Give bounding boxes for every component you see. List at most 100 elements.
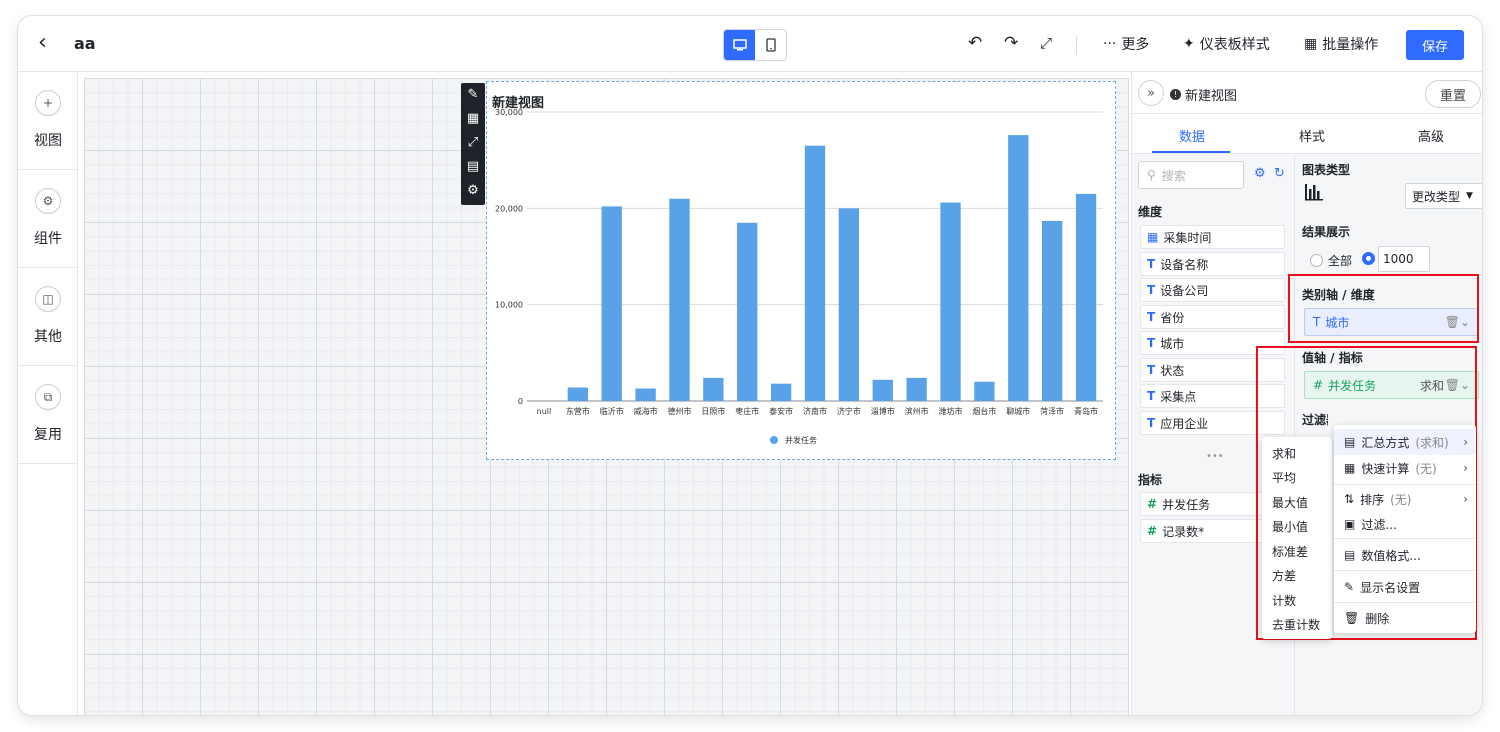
save-button[interactable]: 保存 [1406, 30, 1464, 60]
x-tick-label: 聊城市 [1006, 406, 1030, 416]
redo-icon[interactable]: ↷ [1004, 34, 1018, 52]
batch-ops-button[interactable]: ▦ 批量操作 [1304, 34, 1378, 54]
rail-item-other[interactable]: ◫ 其他 [18, 268, 78, 366]
trash-icon: 🗑 [1344, 611, 1360, 625]
bar [1008, 135, 1029, 401]
agg-option[interactable]: 标准差 [1272, 543, 1308, 560]
mobile-view-button[interactable] [755, 30, 786, 60]
settings-icon[interactable]: ⚙ [1254, 166, 1266, 181]
text-type-icon: T [1147, 257, 1156, 271]
more-button[interactable]: ··· 更多 [1103, 34, 1149, 54]
dashboard-style-button[interactable]: ✦ 仪表板样式 [1183, 34, 1270, 54]
sort-icon: ⇅ [1344, 492, 1355, 506]
app-window: ‹ aa ↶ ↷ ⤢ ··· 更多 ✦ 仪表板样式 ▦ 批量操作 保存 + 视图 ⚙ … [18, 16, 1482, 715]
bar [770, 383, 792, 401]
grid-icon: ▦ [1344, 461, 1356, 475]
edit-icon[interactable]: ✎ [461, 83, 485, 107]
agg-option[interactable]: 最小值 [1272, 518, 1308, 535]
expand-icon[interactable]: ⤢ [461, 131, 485, 155]
x-tick-label: 菏泽市 [1040, 406, 1064, 416]
menu-divider [1334, 484, 1476, 485]
x-tick-label: 德州市 [667, 406, 691, 416]
bar [635, 388, 656, 401]
cube-icon: ◫ [35, 286, 61, 312]
copy-icon: ⧉ [35, 384, 61, 410]
edit-icon: ✎ [1344, 580, 1355, 594]
bar [940, 202, 961, 401]
x-tick-label: 滨州市 [905, 406, 929, 416]
search-input[interactable]: ⚲ 搜索 [1138, 161, 1244, 189]
chart-card[interactable]: 新建视图 0 10,000 20,000 30,000 null 东营市 临沂市 威海市 德州市… [486, 81, 1116, 460]
agg-option[interactable]: 求和 [1272, 445, 1296, 462]
menu-sort[interactable]: ⇅ 排序 (无) › [1334, 486, 1476, 512]
result-label: 结果展示 [1302, 225, 1351, 239]
result-all-radio[interactable]: 全部 [1310, 252, 1352, 269]
agg-option[interactable]: 平均 [1272, 469, 1296, 486]
menu-divider [1334, 538, 1476, 539]
table-icon[interactable]: ▦ [461, 107, 485, 131]
bar [804, 145, 826, 401]
tab-advanced[interactable]: 高级 [1418, 126, 1444, 145]
agg-option[interactable]: 方差 [1272, 567, 1296, 584]
text-type-icon: T [1147, 310, 1156, 324]
number-type-icon: # [1147, 524, 1158, 538]
text-type-icon: T [1147, 363, 1156, 377]
tab-style[interactable]: 样式 [1299, 126, 1325, 145]
phone-icon [765, 38, 776, 52]
change-type-select[interactable]: 更改类型 ▼ [1405, 183, 1482, 209]
dimension-field[interactable]: T 设备名称 [1140, 252, 1285, 276]
menu-divider [1334, 570, 1476, 571]
reset-button[interactable]: 重置 [1425, 80, 1481, 108]
rail-label: 组件 [34, 231, 62, 247]
x-tick-label: 青岛市 [1074, 406, 1098, 416]
chevron-right-icon: › [1463, 492, 1468, 506]
number-type-icon: # [1147, 497, 1158, 511]
rail-label: 其他 [34, 329, 62, 345]
bar [974, 381, 995, 401]
drag-handle[interactable]: ••• [1206, 451, 1224, 462]
menu-display-name[interactable]: ✎ 显示名设置 [1334, 574, 1476, 600]
settings-icon[interactable]: ⚙ [461, 179, 485, 203]
fullscreen-icon[interactable]: ⤢ [1040, 34, 1052, 52]
x-tick-label: 临沂市 [600, 406, 624, 416]
export-icon[interactable]: ▤ [461, 155, 485, 179]
agg-option[interactable]: 最大值 [1272, 494, 1308, 511]
aggregation-menu: 求和 平均 最大值 最小值 标准差 方差 计数 去重计数 [1262, 437, 1332, 639]
bar [737, 222, 758, 401]
highlight-box [1288, 274, 1479, 343]
panel-tabs: 数据 样式 高级 [1132, 114, 1482, 154]
agg-option[interactable]: 去重计数 [1272, 616, 1320, 633]
x-tick-label: 潍坊市 [939, 406, 963, 416]
dimension-field[interactable]: T 设备公司 [1140, 278, 1285, 302]
rail-item-view[interactable]: + 视图 [18, 72, 78, 170]
menu-quick-calc[interactable]: ▦ 快速计算 (无) › [1334, 455, 1476, 481]
x-tick-label: 济宁市 [837, 406, 861, 416]
top-bar: ‹ aa ↶ ↷ ⤢ ··· 更多 ✦ 仪表板样式 ▦ 批量操作 保存 [18, 16, 1482, 72]
menu-number-format[interactable]: ▤ 数值格式... [1334, 542, 1476, 568]
menu-delete[interactable]: 🗑 删除 [1334, 605, 1476, 631]
x-tick-label: 枣庄市 [735, 406, 759, 416]
y-tick-label: 20,000 [495, 204, 523, 213]
desktop-view-button[interactable] [724, 30, 755, 60]
rail-item-reuse[interactable]: ⧉ 复用 [18, 366, 78, 464]
agg-option[interactable]: 计数 [1272, 592, 1296, 609]
chevron-left-icon[interactable]: ‹ [38, 32, 47, 54]
menu-summary[interactable]: ▤ 汇总方式 (求和) › [1334, 429, 1476, 455]
list-icon: ▤ [1344, 435, 1356, 449]
view-name: ! 新建视图 [1170, 85, 1237, 104]
result-count-radio[interactable] [1362, 252, 1375, 265]
bar [872, 379, 893, 401]
undo-icon[interactable]: ↶ [968, 34, 982, 52]
menu-filter[interactable]: ▣ 过滤... [1334, 511, 1476, 537]
rail-item-component[interactable]: ⚙ 组件 [18, 170, 78, 268]
tab-data[interactable]: 数据 [1179, 126, 1205, 145]
result-count-input[interactable]: 1000 [1378, 246, 1430, 272]
dimension-field[interactable]: ▦ 采集时间 [1140, 225, 1285, 249]
collapse-icon[interactable]: » [1138, 80, 1164, 106]
gear-icon: ⚙ [35, 188, 61, 214]
x-tick-label: 淄博市 [871, 406, 895, 416]
bar [838, 208, 860, 401]
refresh-icon[interactable]: ↻ [1274, 166, 1285, 181]
device-toggle [723, 29, 787, 61]
dimension-field[interactable]: T 省份 [1140, 305, 1285, 329]
